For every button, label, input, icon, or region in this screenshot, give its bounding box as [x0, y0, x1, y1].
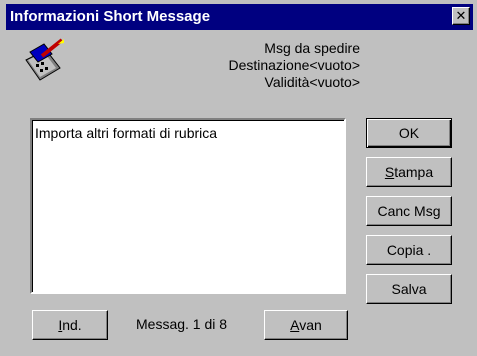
message-counter: Messag. 1 di 8 [136, 316, 228, 332]
stampa-accel: S [384, 164, 395, 180]
avan-label: van [299, 317, 322, 333]
ok-label: OK [398, 125, 420, 141]
salva-button[interactable]: Salva [366, 274, 452, 304]
avan-button[interactable]: Avan [264, 310, 348, 340]
info-status: Msg da spedire [264, 40, 360, 56]
stampa-button[interactable]: Stampa [366, 157, 452, 187]
stampa-label: tampa [394, 164, 434, 180]
ind-label: nd. [62, 317, 82, 333]
dialog-window: Informazioni Short Message ✕ Msg da sped… [0, 0, 477, 356]
window-title: Informazioni Short Message [10, 8, 211, 25]
avan-accel: A [290, 317, 300, 333]
info-validity: Validità<vuoto> [264, 74, 360, 90]
salva-label: Salva [391, 281, 427, 297]
copia-label: Copia . [386, 242, 432, 258]
copia-button[interactable]: Copia . [366, 235, 452, 265]
title-bar[interactable]: Informazioni Short Message ✕ [6, 4, 473, 30]
ok-button[interactable]: OK [366, 118, 452, 148]
info-destination: Destinazione<vuoto> [228, 57, 360, 73]
ind-button[interactable]: Ind. [32, 310, 108, 340]
close-button[interactable]: ✕ [452, 7, 470, 25]
message-info: Msg da spedire Destinazione<vuoto> Valid… [150, 40, 360, 91]
message-text: Importa altri formati di rubrica [35, 125, 218, 141]
phone-message-icon [25, 38, 64, 81]
canc-msg-button[interactable]: Canc Msg [366, 196, 452, 226]
close-icon: ✕ [455, 8, 467, 23]
canc-msg-label: Canc Msg [377, 203, 441, 219]
message-textarea[interactable]: Importa altri formati di rubrica [30, 118, 346, 294]
